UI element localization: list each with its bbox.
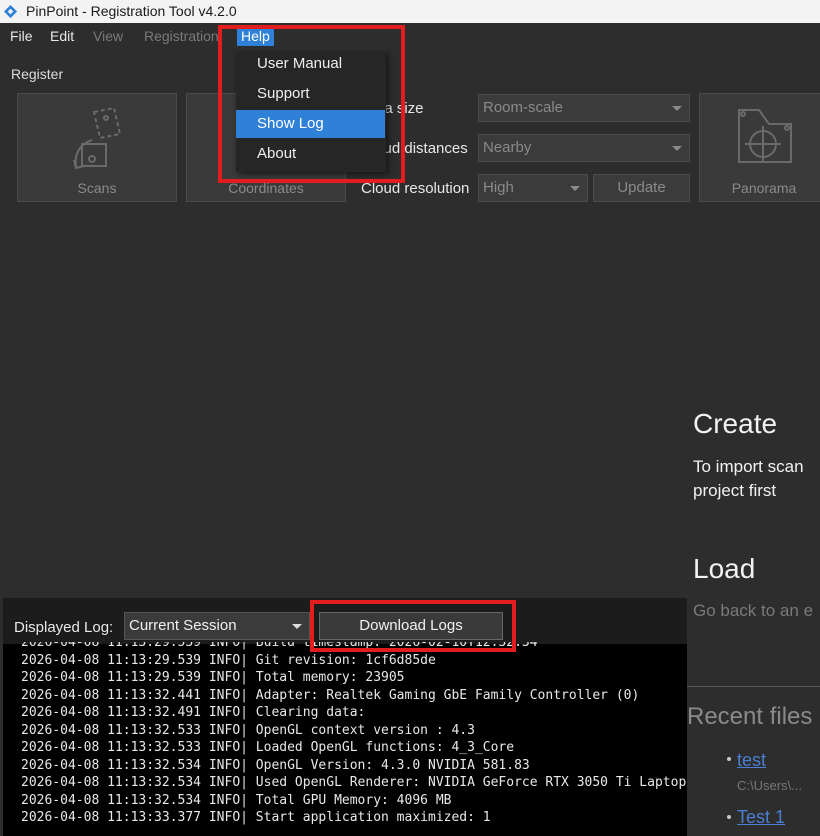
- log-line: 2026-04-08 11:13:32.491 INFO| Clearing d…: [21, 705, 366, 720]
- divider: [687, 686, 820, 687]
- scans-icon: [73, 106, 122, 170]
- displayed-log-label: Displayed Log:: [14, 619, 114, 636]
- log-line: 2026-04-08 11:13:32.534 INFO| OpenGL Ver…: [21, 757, 530, 773]
- menu-help[interactable]: Help: [237, 26, 274, 46]
- menu-edit[interactable]: Edit: [50, 28, 74, 44]
- menu-item-show-log[interactable]: Show Log: [236, 110, 385, 138]
- log-toolbar: Displayed Log: Current Session Download …: [3, 598, 687, 644]
- menu-item-support[interactable]: Support: [236, 80, 385, 108]
- area-size-select[interactable]: Room-scale: [478, 94, 690, 122]
- chevron-down-icon: [672, 146, 682, 151]
- title-bar: PinPoint - Registration Tool v4.2.0: [0, 0, 820, 23]
- menu-item-user-manual[interactable]: User Manual: [236, 50, 385, 78]
- coordinates-label: Coordinates: [228, 180, 304, 196]
- log-line: 2026-04-08 11:13:32.533 INFO| Loaded Ope…: [21, 740, 515, 755]
- log-line: 2026-04-08 11:13:32.441 INFO| Adapter: R…: [21, 687, 640, 703]
- menu-file[interactable]: File: [10, 28, 33, 44]
- log-session-select[interactable]: Current Session: [124, 612, 310, 640]
- help-dropdown-menu: User Manual Support Show Log About: [236, 52, 386, 172]
- recent-file-link[interactable]: test: [737, 750, 766, 771]
- cloud-distances-select[interactable]: Nearby: [478, 134, 690, 162]
- log-output[interactable]: 2026-04-08 11:13:29.539 INFO| Build time…: [21, 642, 691, 836]
- register-section-label: Register: [11, 66, 64, 82]
- recent-file-path: C:\Users\...: [737, 778, 803, 793]
- list-bullet: [727, 757, 731, 761]
- recent-files-title: Recent files: [687, 703, 813, 730]
- load-text: Go back to an e: [693, 601, 814, 620]
- cloud-resolution-select[interactable]: High: [478, 174, 588, 202]
- panorama-icon: [738, 109, 792, 163]
- log-session-value: Current Session: [129, 617, 237, 634]
- menu-registration[interactable]: Registration: [144, 28, 219, 44]
- log-line: 2026-04-08 11:13:32.534 INFO| Used OpenG…: [21, 775, 691, 790]
- menu-view[interactable]: View: [93, 28, 123, 44]
- chevron-down-icon: [292, 624, 302, 629]
- create-text-line1: To import scan: [693, 457, 804, 476]
- log-panel: Displayed Log: Current Session Download …: [3, 598, 687, 836]
- download-logs-button[interactable]: Download Logs: [319, 612, 503, 640]
- area-size-value: Room-scale: [483, 99, 564, 116]
- list-bullet: [727, 815, 731, 819]
- log-line: 2026-04-08 11:13:29.539 INFO| Git revisi…: [21, 652, 436, 668]
- cloud-resolution-value: High: [483, 179, 514, 196]
- chevron-down-icon: [570, 186, 580, 191]
- update-button[interactable]: Update: [593, 174, 690, 202]
- cloud-distances-value: Nearby: [483, 139, 532, 156]
- create-title: Create: [693, 408, 778, 439]
- cloud-resolution-label: Cloud resolution: [361, 180, 470, 197]
- chevron-down-icon: [672, 106, 682, 111]
- create-text-line2: project first: [693, 481, 777, 500]
- load-title: Load: [693, 553, 756, 584]
- log-line: 2026-04-08 11:13:32.534 INFO| Total GPU …: [21, 792, 452, 808]
- pinpoint-logo-icon: [3, 4, 18, 19]
- panorama-button[interactable]: Panorama: [699, 93, 820, 202]
- scans-button[interactable]: Scans: [17, 93, 177, 202]
- scans-label: Scans: [77, 180, 117, 196]
- menu-bar: File Edit View Registration Help: [0, 23, 820, 49]
- log-line: 2026-04-08 11:13:29.539 INFO| Build time…: [21, 642, 538, 650]
- recent-file-link[interactable]: Test 1: [737, 807, 785, 828]
- log-line: 2026-04-08 11:13:29.539 INFO| Total memo…: [21, 670, 405, 685]
- log-line: 2026-04-08 11:13:33.377 INFO| Start appl…: [21, 810, 491, 825]
- menu-item-about[interactable]: About: [236, 140, 385, 168]
- window-title: PinPoint - Registration Tool v4.2.0: [26, 3, 237, 19]
- panorama-label: Panorama: [731, 180, 797, 196]
- log-line: 2026-04-08 11:13:32.533 INFO| OpenGL con…: [21, 722, 475, 738]
